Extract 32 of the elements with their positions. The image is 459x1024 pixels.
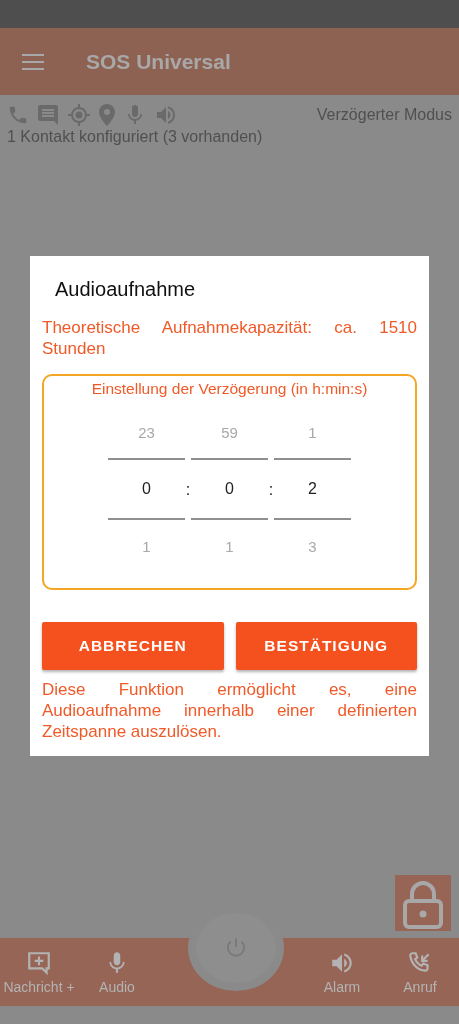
picker-value[interactable]: 0 [191, 458, 268, 520]
location-pin-icon [98, 103, 116, 127]
nav-item[interactable]: Alarm [303, 949, 381, 995]
picker-value[interactable]: 2 [274, 458, 351, 520]
cancel-button[interactable]: ABBRECHEN [42, 622, 224, 670]
picker-value[interactable]: 0 [108, 458, 185, 520]
picker-option[interactable]: 1 [225, 537, 234, 555]
speaker-icon [154, 103, 178, 127]
time-separator: : [268, 480, 274, 500]
contacts-status: 1 Kontakt konfiguriert (3 vorhanden) [7, 128, 264, 146]
picker-label: Einstellung der Verzögerung (in h:min:s) [90, 380, 369, 398]
picker-option[interactable]: 1 [308, 423, 317, 441]
confirm-button[interactable]: BESTÄTIGUNG [235, 622, 417, 670]
picker-option[interactable]: 59 [221, 423, 238, 441]
picker-option[interactable]: 3 [308, 537, 317, 555]
lock-icon[interactable] [395, 875, 451, 931]
description-text: Diese Funktion ermöglicht es, eine Audioaufnahme innerhalb einer definierten Zeitspanne auszulösen. [42, 679, 417, 742]
time-separator: : [185, 480, 191, 500]
nav-item[interactable]: Nachricht + [0, 949, 78, 995]
nav-item[interactable]: Audio [78, 949, 156, 995]
picker-option[interactable]: 23 [138, 423, 155, 441]
mode-label: Verzögerter Modus [316, 106, 452, 124]
crosshair-icon [67, 103, 91, 127]
picker-option[interactable]: 1 [142, 537, 151, 555]
menu-icon[interactable] [22, 53, 44, 70]
dialog-title: Audioaufnahme [55, 278, 197, 301]
message-icon [36, 103, 60, 127]
nav-item[interactable]: Anruf [381, 949, 459, 995]
message-plus-icon [26, 949, 52, 976]
app-title: SOS Universal [86, 49, 231, 74]
phone-icon [7, 104, 29, 126]
capacity-text: Theoretische Aufnahmekapazität: ca. 1510 Stunden [42, 317, 417, 359]
